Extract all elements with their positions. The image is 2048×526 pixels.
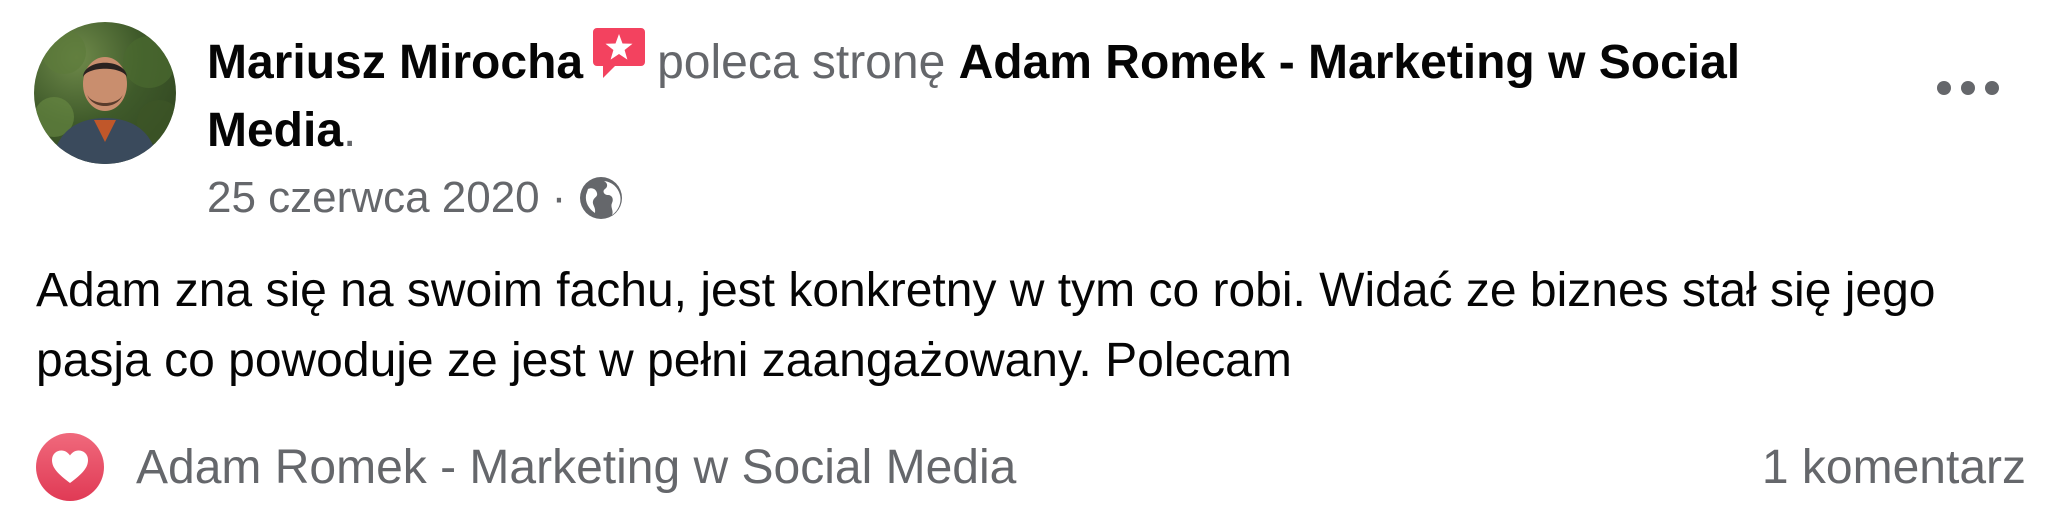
post-meta: 25 czerwca 2020 · — [207, 170, 624, 226]
more-dot — [1937, 81, 1951, 95]
meta-separator: · — [551, 173, 567, 222]
globe-icon[interactable] — [578, 175, 624, 221]
comments-count-link[interactable]: 1 komentarz — [1762, 440, 2026, 495]
header-period: . — [343, 104, 357, 157]
post-header: Mariusz Mirocha poleca stronę Adam Romek… — [207, 24, 1767, 165]
avatar-photo — [34, 30, 176, 164]
more-horizontal-icon[interactable] — [1928, 64, 2008, 112]
reactors-summary[interactable]: Adam Romek - Marketing w Social Media — [136, 440, 1016, 495]
love-reaction-icon[interactable] — [36, 433, 104, 501]
more-dot — [1961, 81, 1975, 95]
author-avatar[interactable] — [34, 22, 176, 164]
post-date[interactable]: 25 czerwca 2020 — [207, 173, 540, 222]
post-body: Adam zna się na swoim fachu, jest konkre… — [36, 264, 1936, 387]
recommend-star-badge-icon — [591, 24, 647, 84]
more-dot — [1985, 81, 1999, 95]
author-name[interactable]: Mariusz Mirocha — [207, 36, 583, 89]
action-verb: poleca stronę — [657, 36, 946, 89]
post-footer: Adam Romek - Marketing w Social Media 1 … — [36, 432, 2026, 502]
review-post: Mariusz Mirocha poleca stronę Adam Romek… — [0, 0, 2048, 526]
